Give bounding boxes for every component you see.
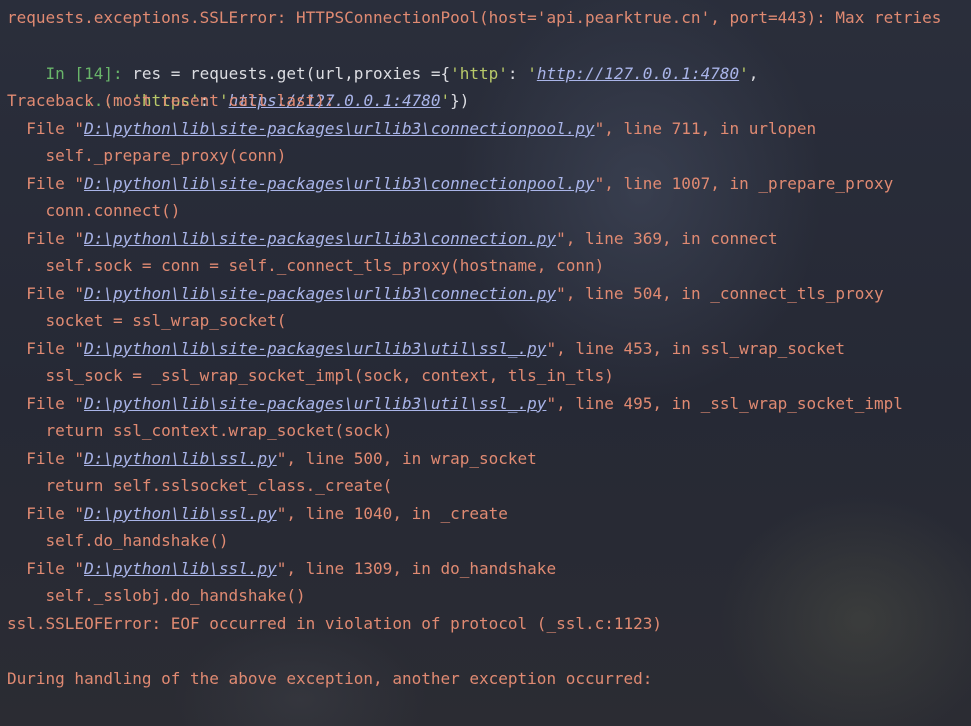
continuation-line[interactable]: ...: 'https': 'https://127.0.0.1:4780'}) xyxy=(7,60,469,110)
traceback-code-line: self._prepare_proxy(conn) xyxy=(7,146,287,165)
code-colon: : xyxy=(507,63,528,83)
frame-suffix: ", line 453, in ssl_wrap_socket xyxy=(546,338,846,358)
frame-suffix: ", line 1309, in do_handshake xyxy=(276,558,557,578)
code-close-brace: }) xyxy=(450,91,470,110)
console-output[interactable]: requests.exceptions.SSLError: HTTPSConne… xyxy=(0,0,971,726)
frame-file-link[interactable]: D:\python\lib\site-packages\urllib3\util… xyxy=(84,394,546,413)
traceback-frame: File "D:\python\lib\site-packages\urllib… xyxy=(7,225,778,253)
frame-suffix: ", line 711, in urlopen xyxy=(594,118,817,138)
traceback-code-line: ssl_sock = _ssl_wrap_socket_impl(sock, c… xyxy=(7,366,614,385)
frame-suffix: ", line 1007, in _prepare_proxy xyxy=(594,173,894,193)
frame-suffix: ", line 1040, in _create xyxy=(276,503,508,523)
frame-file-link[interactable]: D:\python\lib\site-packages\urllib3\conn… xyxy=(84,119,595,138)
traceback-frame: File "D:\python\lib\site-packages\urllib… xyxy=(7,335,845,363)
frame-file-link[interactable]: D:\python\lib\ssl.py xyxy=(84,504,277,523)
code-comma: , xyxy=(748,63,759,83)
frame-file-link[interactable]: D:\python\lib\site-packages\urllib3\conn… xyxy=(84,284,556,303)
frame-prefix: File " xyxy=(7,338,85,358)
input-line[interactable]: In [14]: res = requests.get(url,proxies … xyxy=(7,32,759,83)
frame-prefix: File " xyxy=(7,283,85,303)
frame-prefix: File " xyxy=(7,118,85,138)
traceback-code-line: conn.connect() xyxy=(7,201,181,220)
frame-prefix: File " xyxy=(7,448,85,468)
traceback-frame: File "D:\python\lib\site-packages\urllib… xyxy=(7,280,884,308)
traceback-frame: File "D:\python\lib\ssl.py", line 1040, … xyxy=(7,500,508,528)
traceback-frame: File "D:\python\lib\site-packages\urllib… xyxy=(7,115,816,143)
string-quote: ' xyxy=(739,63,749,83)
frame-suffix: ", line 369, in connect xyxy=(556,228,778,248)
frame-prefix: File " xyxy=(7,558,85,578)
traceback-frame: File "D:\python\lib\ssl.py", line 500, i… xyxy=(7,445,537,473)
frame-suffix: ", line 500, in wrap_socket xyxy=(276,448,537,468)
traceback-code-line: self.sock = conn = self._connect_tls_pro… xyxy=(7,256,605,275)
frame-file-link[interactable]: D:\python\lib\ssl.py xyxy=(84,449,277,468)
traceback-code-line: return ssl_context.wrap_socket(sock) xyxy=(7,421,393,440)
traceback-frame: File "D:\python\lib\site-packages\urllib… xyxy=(7,390,903,418)
traceback-code-line: return self.sslsocket_class._create( xyxy=(7,476,393,495)
frame-file-link[interactable]: D:\python\lib\site-packages\urllib3\conn… xyxy=(84,174,595,193)
frame-prefix: File " xyxy=(7,503,85,523)
string-quote: ' xyxy=(527,63,537,83)
handling-message-line: During handling of the above exception, … xyxy=(7,668,653,688)
frame-file-link[interactable]: D:\python\lib\ssl.py xyxy=(84,559,277,578)
frame-prefix: File " xyxy=(7,173,85,193)
proxy-http-link[interactable]: http://127.0.0.1:4780 xyxy=(537,64,739,83)
frame-file-link[interactable]: D:\python\lib\site-packages\urllib3\util… xyxy=(84,339,546,358)
traceback-code-line: socket = ssl_wrap_socket( xyxy=(7,311,287,330)
traceback-frame: File "D:\python\lib\site-packages\urllib… xyxy=(7,170,893,198)
error-header-line: requests.exceptions.SSLError: HTTPSConne… xyxy=(7,8,942,27)
final-error-line: ssl.SSLEOFError: EOF occurred in violati… xyxy=(7,613,663,633)
frame-prefix: File " xyxy=(7,393,85,413)
traceback-header: Traceback (most recent call last): xyxy=(7,91,335,110)
frame-file-link[interactable]: D:\python\lib\site-packages\urllib3\conn… xyxy=(84,229,556,248)
frame-suffix: ", line 504, in _connect_tls_proxy xyxy=(556,283,884,303)
frame-suffix: ", line 495, in _ssl_wrap_socket_impl xyxy=(546,393,903,413)
traceback-code-line: self.do_handshake() xyxy=(7,531,229,550)
traceback-code-line: self._sslobj.do_handshake() xyxy=(7,586,306,605)
traceback-frame: File "D:\python\lib\ssl.py", line 1309, … xyxy=(7,555,556,583)
frame-prefix: File " xyxy=(7,228,85,248)
string-quote: ' xyxy=(440,91,451,110)
